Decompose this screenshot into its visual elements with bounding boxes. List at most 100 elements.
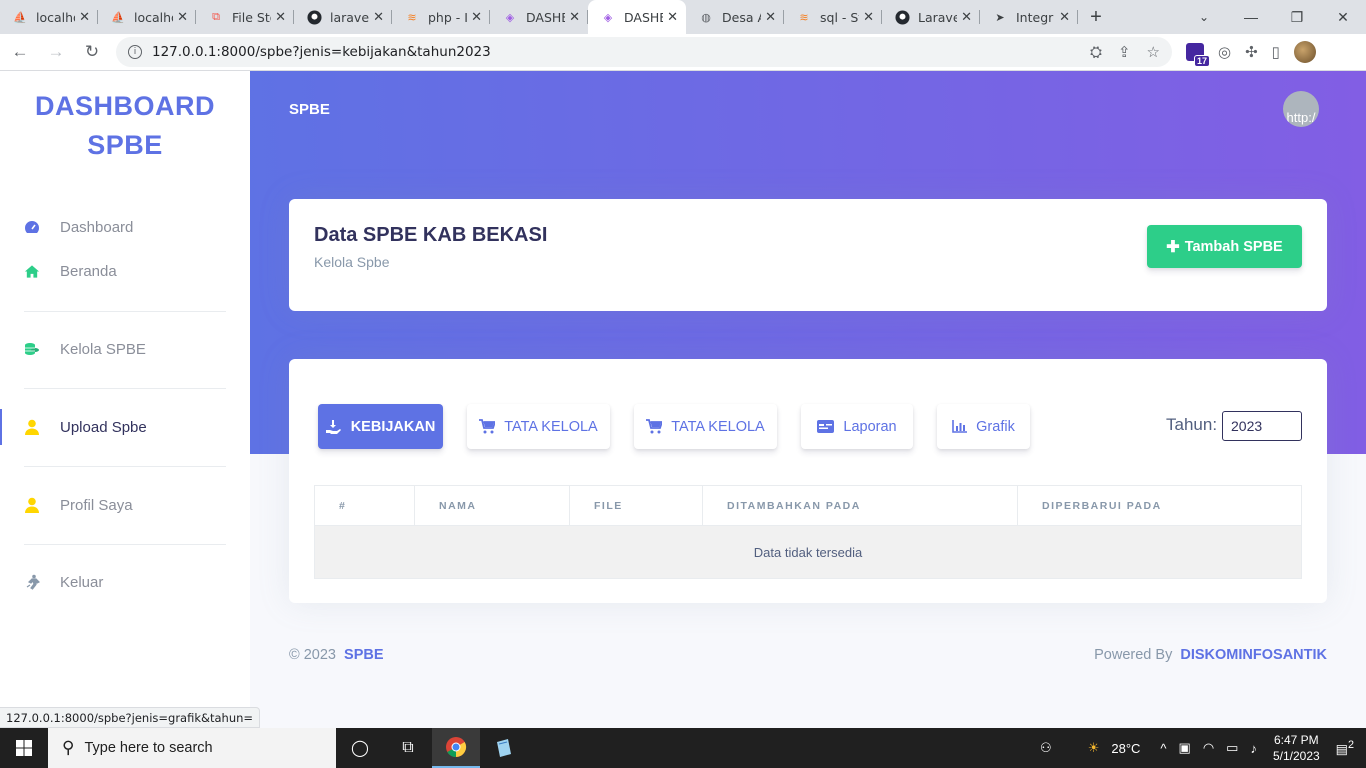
sidebar-item-upload-spbe[interactable]: Upload Spbe [0, 407, 250, 447]
sidebar-brand[interactable]: DASHBOARD SPBE [0, 87, 250, 165]
tab-tata-kelola[interactable]: TATA KELOLA [467, 404, 610, 449]
new-tab-button[interactable]: + [1078, 0, 1114, 34]
page-title[interactable]: SPBE [289, 101, 330, 118]
data-card: KEBIJAKAN TATA KELOLA TATA KELOLA Lapora… [289, 359, 1327, 603]
close-icon[interactable]: ✕ [79, 10, 90, 25]
tab-title: php - I [428, 9, 468, 25]
browser-tab[interactable]: ≋ php - I ✕ [392, 0, 490, 34]
extension-icon[interactable]: ◎ [1218, 43, 1231, 61]
sidepanel-icon[interactable]: ▯ [1272, 43, 1280, 61]
year-input[interactable] [1222, 411, 1302, 441]
browser-tab[interactable]: ⧉ File Sto ✕ [196, 0, 294, 34]
battery-icon[interactable]: ▭ [1226, 740, 1238, 756]
close-window-button[interactable]: ✕ [1320, 0, 1366, 34]
forward-button[interactable]: → [40, 36, 72, 68]
close-icon[interactable]: ✕ [569, 10, 580, 25]
copyright-text: © 2023 [289, 647, 336, 663]
close-icon[interactable]: ✕ [667, 10, 678, 25]
volume-icon[interactable]: ♪ [1250, 741, 1257, 756]
clock-date: 5/1/2023 [1272, 749, 1320, 763]
column-header[interactable]: DITAMBAHKAN PADA [702, 485, 1018, 526]
footer-brand-link[interactable]: SPBE [344, 647, 384, 663]
close-icon[interactable]: ✕ [863, 10, 874, 25]
taskbar-search-input[interactable]: ⚲ Type here to search [48, 728, 336, 768]
table-row: Data tidak tersedia [314, 525, 1302, 579]
browser-tab[interactable]: ➤ Integr ✕ [980, 0, 1078, 34]
close-icon[interactable]: ✕ [275, 10, 286, 25]
chrome-icon[interactable] [432, 728, 480, 768]
translate-icon[interactable]: ⛭ [1090, 43, 1102, 61]
tab-laporan[interactable]: Laporan [801, 404, 913, 449]
restore-button[interactable]: ❐ [1274, 0, 1320, 34]
chevron-up-icon[interactable]: ^ [1160, 741, 1166, 756]
close-icon[interactable]: ✕ [765, 10, 776, 25]
close-icon[interactable]: ✕ [471, 10, 482, 25]
close-icon[interactable]: ✕ [373, 10, 384, 25]
close-icon[interactable]: ✕ [1059, 10, 1070, 25]
notes-app-icon[interactable] [480, 728, 528, 768]
sidebar-item-kelola-spbe[interactable]: Kelola SPBE [0, 329, 250, 369]
column-header[interactable]: NAMA [414, 485, 570, 526]
sidebar-item-beranda[interactable]: Beranda [0, 251, 250, 291]
notification-count: 2 [1347, 738, 1354, 751]
avatar[interactable]: http:/ [1283, 91, 1319, 127]
browser-tab-strip: ⛵ localho ✕ ⛵ localho ✕ ⧉ File Sto ✕ lar… [0, 0, 1366, 34]
github-icon [306, 9, 322, 25]
browser-tab[interactable]: ◍ Desa A ✕ [686, 0, 784, 34]
browser-tab[interactable]: Larave ✕ [882, 0, 980, 34]
notifications-icon[interactable]: ▤2 [1336, 739, 1354, 757]
browser-tab-active[interactable]: ◈ DASHB ✕ [588, 0, 686, 34]
extension-icon[interactable]: 17 [1186, 43, 1210, 67]
tab-tata-kelola[interactable]: TATA KELOLA [634, 404, 777, 449]
minimize-button[interactable]: — [1228, 0, 1274, 34]
close-icon[interactable]: ✕ [177, 10, 188, 25]
temperature[interactable]: 28°C [1111, 741, 1140, 756]
url-text[interactable]: 127.0.0.1:8000/spbe?jenis=kebijakan&tahu… [152, 44, 1090, 60]
profile-avatar[interactable] [1293, 41, 1316, 63]
cart-icon [646, 419, 663, 434]
people-icon[interactable]: ⚇ [1040, 740, 1052, 756]
tab-grafik[interactable]: Grafik [937, 404, 1030, 449]
reload-button[interactable]: ↻ [76, 36, 108, 68]
browser-tab[interactable]: ◈ DASHB ✕ [490, 0, 588, 34]
cart-icon [479, 419, 496, 434]
chevron-down-icon[interactable]: ⌄ [1192, 0, 1216, 34]
sidebar: DASHBOARD SPBE Dashboard Beranda Kelola … [0, 71, 250, 728]
brand-line: DASHBOARD [35, 91, 215, 121]
bookmark-star-icon[interactable]: ☆ [1147, 43, 1160, 61]
tab-title: localho [36, 9, 75, 25]
company-link[interactable]: DISKOMINFOSANTIK [1180, 647, 1327, 663]
column-header[interactable]: FILE [569, 485, 703, 526]
column-header[interactable]: # [314, 485, 415, 526]
tab-label: Laporan [843, 418, 897, 435]
address-bar[interactable]: i 127.0.0.1:8000/spbe?jenis=kebijakan&ta… [116, 37, 1172, 67]
sidebar-item-profil-saya[interactable]: Profil Saya [0, 485, 250, 525]
browser-tab[interactable]: laravel ✕ [294, 0, 392, 34]
window-controls: — ❐ ✕ [1228, 0, 1366, 34]
share-icon[interactable]: ⇪ [1118, 43, 1131, 61]
browser-tab[interactable]: ⛵ localho ✕ [0, 0, 98, 34]
sidebar-item-keluar[interactable]: Keluar [0, 562, 250, 602]
table-header-row: # NAMA FILE DITAMBAHKAN PADA DIPERBARUI … [314, 485, 1302, 526]
close-icon[interactable]: ✕ [961, 10, 972, 25]
browser-tab[interactable]: ⛵ localho ✕ [98, 0, 196, 34]
sidebar-item-dashboard[interactable]: Dashboard [0, 207, 250, 247]
weather-icon[interactable]: ☀ [1088, 740, 1100, 756]
vue-icon: ◈ [603, 10, 613, 24]
column-header[interactable]: DIPERBARUI PADA [1017, 485, 1302, 526]
tab-title: localho [134, 9, 173, 25]
clock[interactable]: 6:47 PM 5/1/2023 [1273, 732, 1320, 764]
sidebar-item-label: Kelola SPBE [60, 340, 146, 358]
windows-start-button[interactable] [0, 728, 48, 768]
tab-kebijakan[interactable]: KEBIJAKAN [318, 404, 443, 449]
back-button[interactable]: ← [4, 36, 36, 68]
add-spbe-button[interactable]: ✚ Tambah SPBE [1147, 225, 1302, 268]
meet-now-icon[interactable]: ▣ [1179, 740, 1191, 756]
cortana-icon[interactable]: ◯ [336, 728, 384, 768]
user-icon [24, 419, 40, 435]
wifi-icon[interactable]: ◠ [1203, 740, 1214, 756]
puzzle-icon[interactable]: ✣ [1245, 43, 1258, 61]
task-view-icon[interactable]: ⧉ [384, 728, 432, 768]
browser-tab[interactable]: ≋ sql - St ✕ [784, 0, 882, 34]
info-icon[interactable]: i [128, 45, 142, 59]
